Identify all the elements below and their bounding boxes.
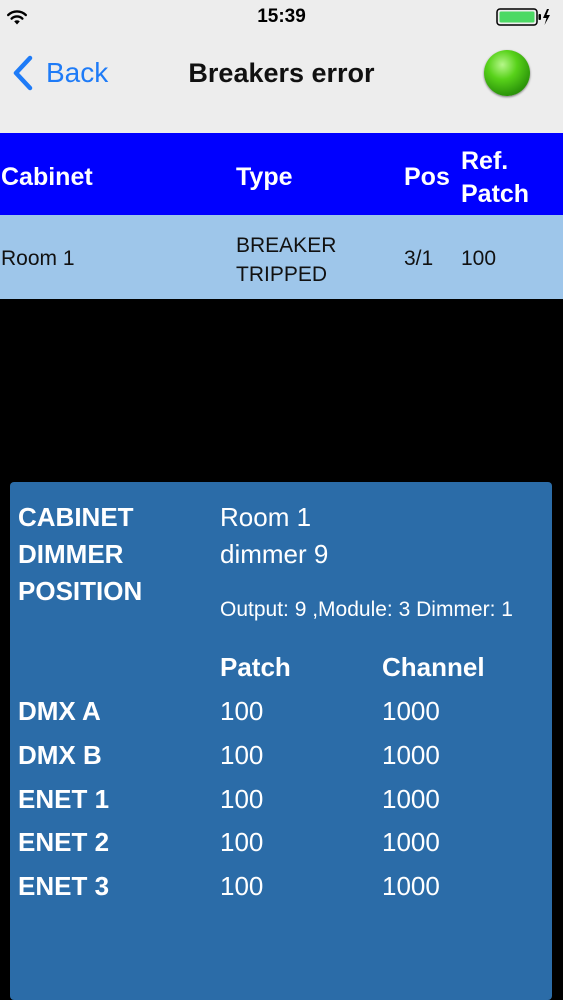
column-header-ref-line1: Ref. — [461, 147, 509, 175]
detail-panel: CABINET Room 1 DIMMER dimmer 9 POSITION … — [10, 482, 552, 1000]
cell-cabinet: Room 1 — [1, 247, 75, 270]
position-label: POSITION — [18, 576, 143, 606]
patch-value: 100 — [220, 740, 264, 770]
status-bar: 15:39 — [0, 0, 563, 36]
cell-type: BREAKER TRIPPED — [236, 231, 336, 289]
column-header-type: Type — [236, 163, 293, 191]
channel-value: 1000 — [382, 827, 440, 857]
cell-type-line1: BREAKER — [236, 234, 337, 257]
patch-value: 100 — [220, 696, 264, 726]
cabinet-label: CABINET — [18, 502, 134, 532]
patch-value: 100 — [220, 784, 264, 814]
status-indicator-light — [484, 50, 530, 96]
output-label: DMX A — [18, 696, 101, 726]
cell-type-line2: TRIPPED — [236, 263, 328, 286]
column-header-ref-patch: Ref. Patch — [461, 145, 529, 211]
channel-value: 1000 — [382, 696, 440, 726]
channel-value: 1000 — [382, 784, 440, 814]
cabinet-value: Room 1 — [220, 502, 312, 532]
channel-column-header: Channel — [382, 652, 485, 682]
column-header-pos: Pos — [404, 163, 450, 191]
patch-column-header: Patch — [220, 652, 291, 682]
patch-value: 100 — [220, 871, 264, 901]
output-label: ENET 1 — [18, 784, 110, 814]
dimmer-value: dimmer 9 — [220, 539, 329, 569]
column-header-cabinet: Cabinet — [1, 163, 93, 191]
channel-value: 1000 — [382, 740, 440, 770]
table-row[interactable]: Room 1 BREAKER TRIPPED 3/1 100 — [0, 215, 563, 299]
column-header-ref-line2: Patch — [461, 180, 530, 208]
navigation-bar: Back Breakers error — [0, 36, 563, 133]
position-value: Output: 9 ,Module: 3 Dimmer: 1 — [220, 598, 513, 621]
output-label: ENET 2 — [18, 827, 110, 857]
cell-ref-patch: 100 — [461, 247, 497, 270]
status-time: 15:39 — [257, 6, 306, 27]
patch-value: 100 — [220, 827, 264, 857]
page-title: Breakers error — [188, 58, 375, 88]
battery-charging-icon — [496, 8, 550, 26]
dimmer-label: DIMMER — [18, 539, 124, 569]
output-label: DMX B — [18, 740, 102, 770]
table-header: Cabinet Type Pos Ref. Patch — [0, 133, 563, 215]
cell-pos: 3/1 — [404, 247, 434, 270]
output-label: ENET 3 — [18, 871, 110, 901]
channel-value: 1000 — [382, 871, 440, 901]
